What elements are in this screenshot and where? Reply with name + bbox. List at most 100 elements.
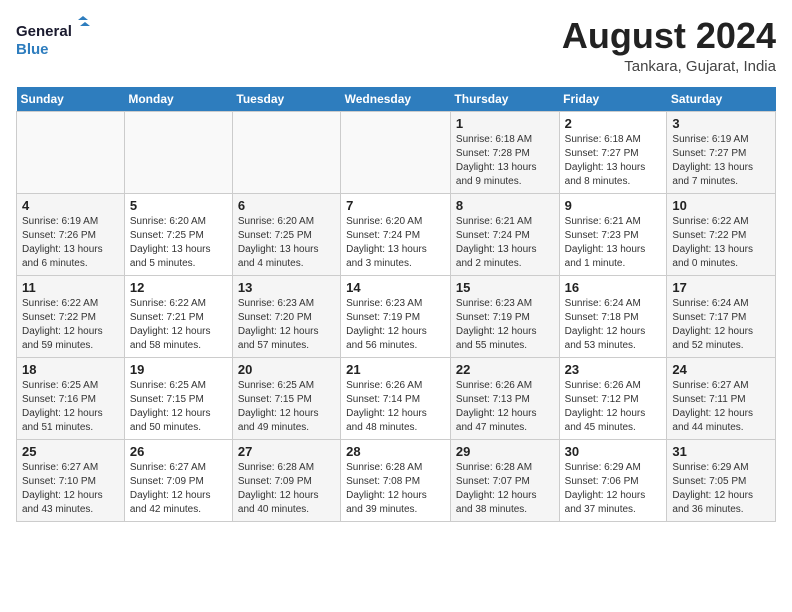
day-info: Sunrise: 6:25 AMSunset: 7:15 PMDaylight:… <box>130 379 227 435</box>
day-number: 31 <box>672 444 770 459</box>
day-info: Sunrise: 6:29 AMSunset: 7:06 PMDaylight:… <box>565 461 662 517</box>
day-info: Sunrise: 6:18 AMSunset: 7:28 PMDaylight:… <box>456 133 554 189</box>
day-info: Sunrise: 6:22 AMSunset: 7:21 PMDaylight:… <box>130 297 227 353</box>
weekday-header-row: SundayMondayTuesdayWednesdayThursdayFrid… <box>17 87 776 112</box>
weekday-header-wednesday: Wednesday <box>341 87 451 112</box>
day-info: Sunrise: 6:24 AMSunset: 7:17 PMDaylight:… <box>672 297 770 353</box>
day-info: Sunrise: 6:23 AMSunset: 7:19 PMDaylight:… <box>456 297 554 353</box>
calendar-day-1: 1 Sunrise: 6:18 AMSunset: 7:28 PMDaylight… <box>450 111 559 193</box>
calendar-day-11: 11Sunrise: 6:22 AMSunset: 7:22 PMDayligh… <box>17 275 125 357</box>
day-number: 22 <box>456 362 554 377</box>
calendar-day-28: 28 Sunrise: 6:28 AMSunset: 7:08 PMDayligh… <box>341 439 451 521</box>
day-number: 4 <box>22 198 119 213</box>
calendar-day-25: 25Sunrise: 6:27 AMSunset: 7:10 PMDayligh… <box>17 439 125 521</box>
day-number: 14 <box>346 280 445 295</box>
calendar-table: SundayMondayTuesdayWednesdayThursdayFrid… <box>16 87 776 522</box>
day-number: 3 <box>672 116 770 131</box>
day-number: 8 <box>456 198 554 213</box>
day-number: 23 <box>565 362 662 377</box>
day-info: Sunrise: 6:25 AMSunset: 7:15 PMDaylight:… <box>238 379 335 435</box>
day-number: 24 <box>672 362 770 377</box>
calendar-day-3: 3 Sunrise: 6:19 AMSunset: 7:27 PMDaylight… <box>667 111 776 193</box>
calendar-day-15: 15 Sunrise: 6:23 AMSunset: 7:19 PMDayligh… <box>450 275 559 357</box>
day-info: Sunrise: 6:23 AMSunset: 7:20 PMDaylight:… <box>238 297 335 353</box>
calendar-day-24: 24 Sunrise: 6:27 AMSunset: 7:11 PMDayligh… <box>667 357 776 439</box>
calendar-day-4: 4Sunrise: 6:19 AMSunset: 7:26 PMDaylight… <box>17 193 125 275</box>
calendar-day-12: 12 Sunrise: 6:22 AMSunset: 7:21 PMDayligh… <box>124 275 232 357</box>
calendar-day-9: 9 Sunrise: 6:21 AMSunset: 7:23 PMDaylight… <box>559 193 667 275</box>
weekday-header-monday: Monday <box>124 87 232 112</box>
day-info: Sunrise: 6:26 AMSunset: 7:12 PMDaylight:… <box>565 379 662 435</box>
day-number: 26 <box>130 444 227 459</box>
day-number: 15 <box>456 280 554 295</box>
day-info: Sunrise: 6:20 AMSunset: 7:25 PMDaylight:… <box>238 215 335 271</box>
calendar-empty-cell <box>17 111 125 193</box>
calendar-week-row: 1 Sunrise: 6:18 AMSunset: 7:28 PMDaylight… <box>17 111 776 193</box>
day-info: Sunrise: 6:21 AMSunset: 7:23 PMDaylight:… <box>565 215 662 271</box>
calendar-day-14: 14Sunrise: 6:23 AMSunset: 7:19 PMDayligh… <box>341 275 451 357</box>
weekday-header-sunday: Sunday <box>17 87 125 112</box>
calendar-day-26: 26Sunrise: 6:27 AMSunset: 7:09 PMDayligh… <box>124 439 232 521</box>
weekday-header-thursday: Thursday <box>450 87 559 112</box>
calendar-day-21: 21 Sunrise: 6:26 AMSunset: 7:14 PMDayligh… <box>341 357 451 439</box>
weekday-header-friday: Friday <box>559 87 667 112</box>
calendar-day-16: 16 Sunrise: 6:24 AMSunset: 7:18 PMDayligh… <box>559 275 667 357</box>
logo: General Blue <box>16 16 96 64</box>
calendar-day-5: 5Sunrise: 6:20 AMSunset: 7:25 PMDaylight… <box>124 193 232 275</box>
day-info: Sunrise: 6:28 AMSunset: 7:08 PMDaylight:… <box>346 461 445 517</box>
day-info: Sunrise: 6:21 AMSunset: 7:24 PMDaylight:… <box>456 215 554 271</box>
day-info: Sunrise: 6:27 AMSunset: 7:10 PMDaylight:… <box>22 461 119 517</box>
calendar-week-row: 18Sunrise: 6:25 AMSunset: 7:16 PMDayligh… <box>17 357 776 439</box>
weekday-header-tuesday: Tuesday <box>232 87 340 112</box>
calendar-day-29: 29 Sunrise: 6:28 AMSunset: 7:07 PMDayligh… <box>450 439 559 521</box>
calendar-day-18: 18Sunrise: 6:25 AMSunset: 7:16 PMDayligh… <box>17 357 125 439</box>
day-number: 21 <box>346 362 445 377</box>
calendar-day-27: 27 Sunrise: 6:28 AMSunset: 7:09 PMDayligh… <box>232 439 340 521</box>
calendar-day-17: 17Sunrise: 6:24 AMSunset: 7:17 PMDayligh… <box>667 275 776 357</box>
day-info: Sunrise: 6:29 AMSunset: 7:05 PMDaylight:… <box>672 461 770 517</box>
page-header: General Blue August 2024 Tankara, Gujara… <box>16 16 776 75</box>
day-number: 27 <box>238 444 335 459</box>
day-info: Sunrise: 6:22 AMSunset: 7:22 PMDaylight:… <box>672 215 770 271</box>
calendar-day-2: 2Sunrise: 6:18 AMSunset: 7:27 PMDaylight… <box>559 111 667 193</box>
day-number: 12 <box>130 280 227 295</box>
day-info: Sunrise: 6:18 AMSunset: 7:27 PMDaylight:… <box>565 133 662 189</box>
day-number: 20 <box>238 362 335 377</box>
day-number: 16 <box>565 280 662 295</box>
calendar-day-20: 20 Sunrise: 6:25 AMSunset: 7:15 PMDayligh… <box>232 357 340 439</box>
calendar-day-19: 19 Sunrise: 6:25 AMSunset: 7:15 PMDayligh… <box>124 357 232 439</box>
day-number: 9 <box>565 198 662 213</box>
day-info: Sunrise: 6:26 AMSunset: 7:14 PMDaylight:… <box>346 379 445 435</box>
location-subtitle: Tankara, Gujarat, India <box>562 58 776 75</box>
day-number: 10 <box>672 198 770 213</box>
calendar-day-8: 8 Sunrise: 6:21 AMSunset: 7:24 PMDaylight… <box>450 193 559 275</box>
calendar-week-row: 11Sunrise: 6:22 AMSunset: 7:22 PMDayligh… <box>17 275 776 357</box>
day-number: 28 <box>346 444 445 459</box>
day-number: 30 <box>565 444 662 459</box>
generalblue-logo: General Blue <box>16 16 96 64</box>
title-block: August 2024 Tankara, Gujarat, India <box>562 16 776 75</box>
day-info: Sunrise: 6:28 AMSunset: 7:07 PMDaylight:… <box>456 461 554 517</box>
day-info: Sunrise: 6:25 AMSunset: 7:16 PMDaylight:… <box>22 379 119 435</box>
svg-text:General: General <box>16 23 72 40</box>
day-number: 5 <box>130 198 227 213</box>
calendar-day-22: 22Sunrise: 6:26 AMSunset: 7:13 PMDayligh… <box>450 357 559 439</box>
day-info: Sunrise: 6:24 AMSunset: 7:18 PMDaylight:… <box>565 297 662 353</box>
day-info: Sunrise: 6:27 AMSunset: 7:11 PMDaylight:… <box>672 379 770 435</box>
day-number: 1 <box>456 116 554 131</box>
day-info: Sunrise: 6:19 AMSunset: 7:27 PMDaylight:… <box>672 133 770 189</box>
weekday-header-saturday: Saturday <box>667 87 776 112</box>
calendar-day-6: 6 Sunrise: 6:20 AMSunset: 7:25 PMDaylight… <box>232 193 340 275</box>
calendar-empty-cell <box>341 111 451 193</box>
day-info: Sunrise: 6:28 AMSunset: 7:09 PMDaylight:… <box>238 461 335 517</box>
day-number: 6 <box>238 198 335 213</box>
day-number: 19 <box>130 362 227 377</box>
day-number: 7 <box>346 198 445 213</box>
day-number: 29 <box>456 444 554 459</box>
calendar-empty-cell <box>124 111 232 193</box>
day-info: Sunrise: 6:22 AMSunset: 7:22 PMDaylight:… <box>22 297 119 353</box>
calendar-day-7: 7 Sunrise: 6:20 AMSunset: 7:24 PMDaylight… <box>341 193 451 275</box>
day-info: Sunrise: 6:20 AMSunset: 7:24 PMDaylight:… <box>346 215 445 271</box>
day-number: 13 <box>238 280 335 295</box>
svg-text:Blue: Blue <box>16 41 49 58</box>
